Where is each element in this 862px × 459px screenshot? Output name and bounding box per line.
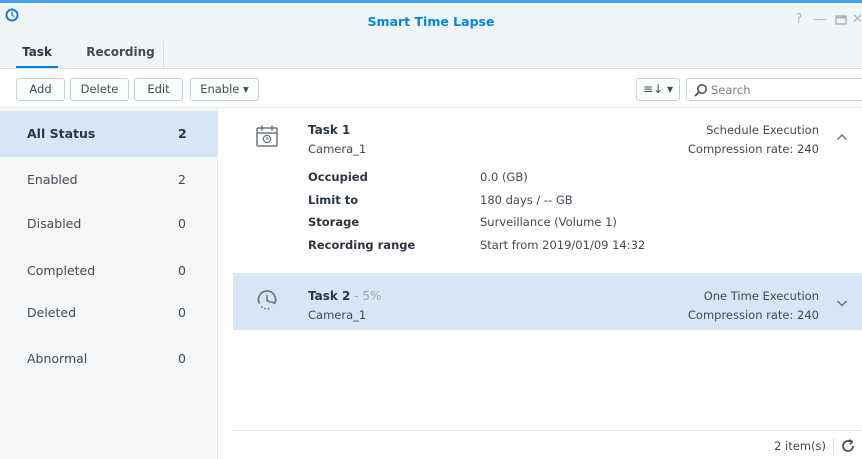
sidebar-item-label: All Status [27,126,96,141]
footer-divider [833,438,834,454]
sidebar-item-disabled[interactable]: Disabled 0 [0,201,218,247]
task-name-text: Task 2 [308,289,351,303]
search-icon [694,84,707,97]
sidebar-item-deleted[interactable]: Deleted 0 [0,290,218,336]
item-count: 2 item(s) [774,439,826,453]
add-button[interactable]: Add [16,78,65,101]
task-compression-rate: Compression rate: 240 [687,308,819,322]
task-camera: Camera_1 [308,142,367,156]
detail-value: 0.0 (GB) [480,170,528,184]
detail-value: 180 days / -- GB [480,193,573,207]
toolbar: Add Delete Edit Enable ▾ ≡↓ ▾ [0,70,862,108]
help-icon[interactable]: ? [792,13,806,27]
task-name: Task 2 - 5% [308,289,381,303]
search-input[interactable] [711,81,856,98]
sidebar-item-count: 2 [178,172,186,187]
enable-dropdown-button[interactable]: Enable ▾ [190,78,259,101]
minimize-icon[interactable]: — [813,13,827,27]
tab-task[interactable]: Task [16,41,58,68]
tab-recording[interactable]: Recording [78,41,164,69]
task-row[interactable]: Task 2 - 5% Camera_1 One Time Execution … [233,274,862,330]
task-camera: Camera_1 [308,308,367,322]
sidebar-item-all-status[interactable]: All Status 2 [0,111,218,157]
task-compression-rate: Compression rate: 240 [687,142,819,156]
sidebar-item-enabled[interactable]: Enabled 2 [0,157,218,203]
close-icon[interactable]: ✕ [852,13,862,27]
detail-value: Surveillance (Volume 1) [480,215,617,229]
detail-label: Storage [308,215,360,229]
sidebar-item-label: Disabled [27,216,82,231]
sidebar-item-abnormal[interactable]: Abnormal 0 [0,336,218,382]
maximize-icon[interactable] [834,13,848,27]
calendar-clock-icon [256,125,278,147]
detail-label: Recording range [308,238,416,252]
chevron-down-icon[interactable] [835,296,849,310]
task-execution-type: Schedule Execution [706,123,819,137]
list-footer: 2 item(s) [233,430,862,459]
task-name: Task 1 [308,123,350,137]
task-list: Task 1 Camera_1 Schedule Execution Compr… [219,108,862,459]
sidebar-item-count: 0 [178,263,186,278]
task-row[interactable]: Task 1 Camera_1 Schedule Execution Compr… [233,108,862,274]
search-box[interactable] [686,78,862,101]
app-window: Smart Time Lapse ? — ✕ Task Recording Ad… [0,0,862,459]
sidebar-item-count: 0 [178,216,186,231]
detail-value: Start from 2019/01/09 14:32 [480,238,646,252]
sidebar-item-label: Deleted [27,305,77,320]
detail-label: Occupied [308,170,368,184]
tab-bar: Task Recording [0,41,862,69]
refresh-icon[interactable] [840,438,856,454]
window-title: Smart Time Lapse [367,14,495,29]
chevron-up-icon[interactable] [835,130,849,144]
title-bar: Smart Time Lapse ? — ✕ [0,3,862,41]
sort-dropdown-button[interactable]: ≡↓ ▾ [636,78,680,101]
timelapse-icon [257,290,277,310]
detail-label: Limit to [308,193,359,207]
task-name-text: Task 1 [308,123,351,137]
task-execution-type: One Time Execution [703,289,819,303]
sidebar-item-completed[interactable]: Completed 0 [0,248,218,294]
sidebar-item-count: 0 [178,351,186,366]
sidebar-item-count: 2 [178,126,187,141]
sidebar-item-label: Abnormal [27,351,88,366]
sidebar-item-label: Completed [27,263,96,278]
task-progress: - 5% [350,289,382,303]
sidebar-item-label: Enabled [27,172,78,187]
edit-button[interactable]: Edit [134,78,183,101]
status-sidebar: All Status 2 Enabled 2 Disabled 0 Comple… [0,108,218,459]
sidebar-item-count: 0 [178,305,186,320]
delete-button[interactable]: Delete [70,78,129,101]
